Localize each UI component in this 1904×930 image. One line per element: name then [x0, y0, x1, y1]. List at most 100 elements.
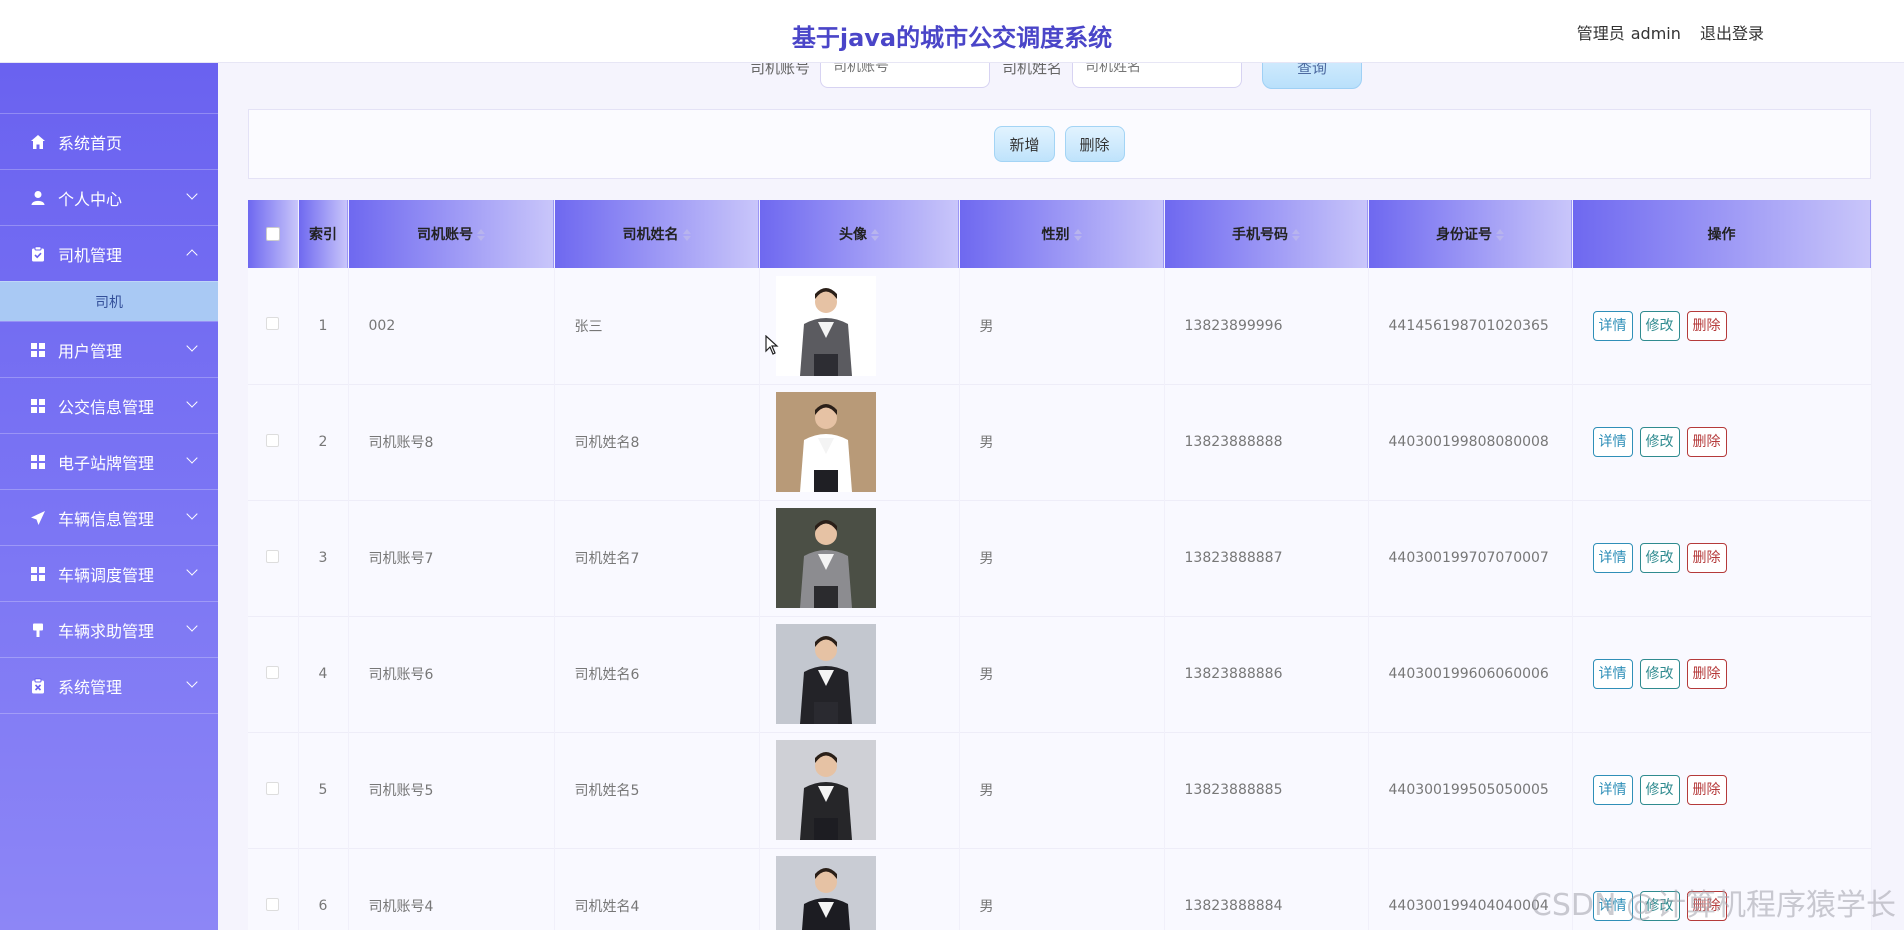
cell-gender: 男: [959, 732, 1165, 848]
edit-button[interactable]: 修改: [1639, 310, 1680, 341]
grid-icon: [30, 454, 46, 470]
sidebar-item-5[interactable]: 电子站牌管理: [0, 433, 218, 489]
avatar: [775, 740, 876, 840]
sidebar-item-8[interactable]: 车辆求助管理: [0, 601, 218, 657]
sort-icon[interactable]: [1292, 229, 1300, 241]
sidebar-item-3[interactable]: 用户管理: [0, 321, 218, 377]
detail-button[interactable]: 详情: [1592, 543, 1633, 573]
delete-button[interactable]: 删除: [1686, 775, 1727, 805]
sidebar-item-label: 车辆调度管理: [58, 565, 155, 585]
logout-link[interactable]: 退出登录: [1700, 24, 1764, 43]
avatar: [775, 392, 876, 492]
home-icon: [30, 134, 46, 150]
cell-name: 司机姓名7: [554, 500, 760, 616]
sidebar-item-6[interactable]: 车辆信息管理: [0, 489, 218, 545]
user-icon: [30, 190, 46, 206]
chevron-down-icon: [186, 620, 198, 632]
sort-icon[interactable]: [1496, 229, 1504, 241]
row-checkbox[interactable]: [248, 848, 299, 930]
detail-button[interactable]: 详情: [1592, 659, 1633, 689]
user-role: 管理员: [1576, 24, 1625, 43]
account-search-input[interactable]: [820, 63, 991, 88]
delete-button[interactable]: 删除: [1686, 659, 1727, 689]
chevron-down-icon: [186, 452, 198, 464]
table-row: 3 司机账号7 司机姓名7 男 13823888887 44030019970707000…: [248, 500, 1872, 616]
sidebar-item-label: 系统管理: [58, 677, 123, 697]
sort-icon[interactable]: [871, 229, 879, 241]
delete-button[interactable]: 删除: [1686, 427, 1727, 457]
edit-button[interactable]: 修改: [1639, 659, 1680, 689]
pin-icon: [30, 622, 46, 638]
cell-phone: 13823888885: [1164, 732, 1369, 848]
detail-button[interactable]: 详情: [1592, 427, 1633, 457]
delete-button[interactable]: 删除: [1686, 310, 1727, 341]
cell-idcard: 440300199505050005: [1368, 732, 1573, 848]
sidebar-item-1[interactable]: 个人中心: [0, 169, 218, 225]
cell-gender: 男: [959, 848, 1165, 930]
sort-icon[interactable]: [682, 229, 691, 241]
grid-icon: [30, 566, 46, 582]
query-button[interactable]: 查询: [1262, 63, 1363, 89]
cell-phone: 13823899996: [1164, 268, 1369, 384]
cell-index: 5: [298, 732, 349, 848]
sort-icon[interactable]: [1073, 229, 1082, 241]
header-gender[interactable]: 性别: [959, 200, 1165, 268]
cell-phone: 13823888886: [1164, 616, 1369, 732]
cell-idcard: 440300199808080008: [1368, 384, 1573, 500]
chevron-down-icon: [186, 508, 198, 520]
edit-button[interactable]: 修改: [1639, 427, 1680, 457]
sidebar-item-0[interactable]: 系统首页: [0, 113, 218, 169]
cell-account: 司机账号8: [348, 384, 555, 500]
cell-gender: 男: [959, 500, 1165, 616]
sidebar-item-4[interactable]: 公交信息管理: [0, 377, 218, 433]
select-all-checkbox[interactable]: [248, 200, 299, 268]
edit-button[interactable]: 修改: [1639, 543, 1680, 573]
chevron-up-icon: [186, 249, 198, 261]
batch-delete-button[interactable]: 删除: [1064, 126, 1125, 162]
cell-index: 3: [298, 500, 349, 616]
header-phone[interactable]: 手机号码: [1164, 200, 1369, 268]
sidebar-item-2[interactable]: 司机管理: [0, 225, 218, 281]
table-row: 2 司机账号8 司机姓名8 男 13823888888 44030019980808000…: [248, 384, 1872, 500]
cell-gender: 男: [959, 268, 1165, 384]
main-content: 司机账号 司机姓名 查询 新增 删除 索引 司机账号 司机姓名 头像: [218, 63, 1904, 930]
add-button[interactable]: 新增: [994, 126, 1055, 162]
clipboard-x-icon: [30, 677, 46, 694]
chevron-down-icon: [186, 340, 198, 352]
sidebar-item-label: 公交信息管理: [58, 397, 155, 417]
delete-button[interactable]: 删除: [1686, 543, 1727, 573]
avatar: [775, 508, 876, 608]
header-name[interactable]: 司机姓名: [554, 200, 760, 268]
header-idcard[interactable]: 身份证号: [1368, 200, 1573, 268]
row-checkbox[interactable]: [248, 616, 299, 732]
sidebar-item-9[interactable]: 系统管理: [0, 657, 218, 713]
row-checkbox[interactable]: [248, 384, 299, 500]
sidebar-item-7[interactable]: 车辆调度管理: [0, 545, 218, 601]
avatar: [775, 856, 876, 930]
sidebar-subitem-driver[interactable]: 司机: [0, 281, 218, 321]
sort-icon[interactable]: [477, 229, 485, 241]
header-avatar[interactable]: 头像: [759, 200, 960, 268]
user-name: admin: [1630, 24, 1681, 43]
row-checkbox[interactable]: [248, 732, 299, 848]
row-checkbox[interactable]: [248, 268, 299, 384]
detail-button[interactable]: 详情: [1592, 775, 1633, 805]
cell-name: 司机姓名6: [554, 616, 760, 732]
edit-button[interactable]: 修改: [1639, 775, 1680, 805]
cell-account: 司机账号7: [348, 500, 555, 616]
header-account[interactable]: 司机账号: [348, 200, 555, 268]
cell-index: 1: [298, 268, 349, 384]
cell-idcard: 440300199707070007: [1368, 500, 1573, 616]
name-search-input[interactable]: [1072, 63, 1243, 88]
cell-idcard: 440300199606060006: [1368, 616, 1573, 732]
cell-index: 2: [298, 384, 349, 500]
cell-avatar: [759, 268, 960, 384]
sidebar-item-label: 车辆求助管理: [58, 621, 155, 641]
table-row: 5 司机账号5 司机姓名5 男 13823888885 44030019950505000…: [248, 732, 1872, 848]
cell-phone: 13823888887: [1164, 500, 1369, 616]
row-checkbox[interactable]: [248, 500, 299, 616]
sidebar-item-label: 车辆信息管理: [58, 509, 155, 529]
cell-name: 司机姓名8: [554, 384, 760, 500]
detail-button[interactable]: 详情: [1592, 310, 1633, 341]
cell-avatar: [759, 616, 960, 732]
